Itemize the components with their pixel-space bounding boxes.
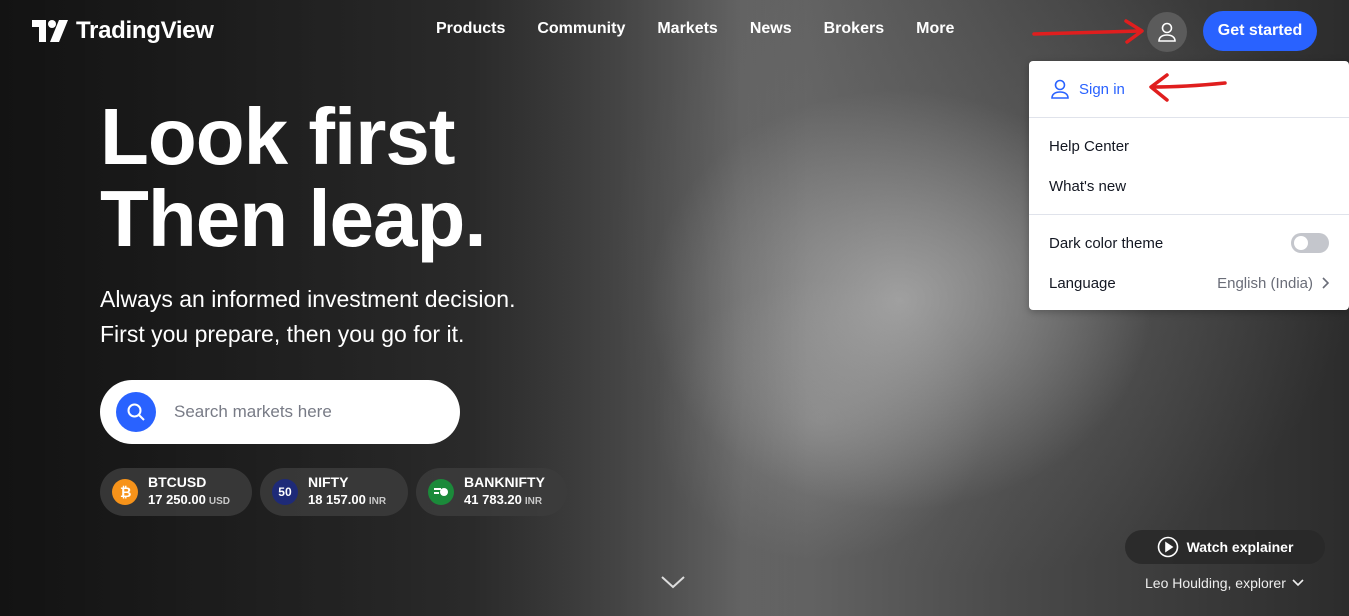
hero-subline: Always an informed investment decision. … — [100, 282, 515, 352]
banknifty-icon — [428, 479, 455, 505]
dark-theme-label: Dark color theme — [1049, 234, 1164, 252]
whats-new-label: What's new — [1049, 177, 1127, 195]
ticker-value: 18 157.00 — [307, 492, 366, 507]
annotation-arrow-to-sign-in — [1149, 73, 1227, 102]
tradingview-logo[interactable]: TradingView — [32, 17, 214, 45]
ticker-currency: INR — [368, 496, 387, 507]
whats-new-item[interactable]: What's new — [1049, 176, 1329, 196]
scroll-down-chevron-icon[interactable] — [660, 574, 686, 595]
tradingview-logo-icon — [32, 20, 68, 42]
ticker-symbol: BANKNIFTY — [464, 474, 545, 490]
ticker-value: 17 250.00 — [148, 492, 206, 507]
main-nav: Products Community Markets News Brokers … — [436, 20, 954, 38]
ticker-symbol: BTCUSD — [148, 474, 207, 490]
help-center-label: Help Center — [1049, 137, 1130, 155]
menu-divider — [1029, 214, 1349, 215]
photo-credit-label: Leo Houlding, explorer — [1145, 575, 1286, 591]
search-input[interactable] — [172, 401, 436, 423]
chevron-right-icon — [1322, 277, 1329, 289]
chevron-down-icon — [1292, 579, 1304, 587]
headline-line-1: Look first — [100, 92, 455, 181]
watch-explainer-label: Watch explainer — [1186, 539, 1294, 555]
nav-more[interactable]: More — [916, 20, 954, 38]
ticker-value: 41 783.20 — [464, 492, 522, 507]
search-icon[interactable] — [116, 392, 156, 432]
menu-divider — [1029, 117, 1349, 118]
svg-text:₿: ₿ — [120, 485, 131, 500]
brand-name: TradingView — [76, 17, 214, 44]
bitcoin-icon: ₿ — [112, 479, 138, 505]
nav-community[interactable]: Community — [537, 20, 625, 38]
play-icon — [1157, 536, 1178, 558]
dark-theme-toggle[interactable] — [1291, 233, 1329, 253]
nav-news[interactable]: News — [750, 20, 792, 38]
nav-products[interactable]: Products — [436, 20, 505, 38]
sign-in-label: Sign in — [1079, 80, 1125, 98]
ticker-currency: INR — [524, 496, 543, 507]
nifty-50-icon: 50 — [271, 479, 298, 505]
language-value: English (India) — [1217, 274, 1313, 292]
nav-markets[interactable]: Markets — [657, 20, 717, 38]
annotation-arrow-to-user-button — [1032, 19, 1144, 44]
language-label: Language — [1049, 274, 1116, 292]
user-icon — [1051, 79, 1069, 99]
get-started-button[interactable]: Get started — [1203, 11, 1317, 51]
user-menu-button[interactable] — [1147, 12, 1187, 52]
dark-theme-item[interactable]: Dark color theme — [1049, 233, 1349, 253]
watch-explainer-button[interactable]: Watch explainer — [1125, 530, 1325, 564]
ticker-list: ₿ BTCUSD 17 250.00 USD 50 NIFTY 18 157.00… — [100, 468, 567, 516]
ticker-currency: USD — [208, 496, 230, 507]
hero-headline: Look first Then leap. — [100, 92, 487, 263]
subline-line-2: First you prepare, then you go for it. — [100, 321, 465, 347]
subline-line-1: Always an informed investment decision. — [100, 286, 516, 312]
ticker-nifty[interactable]: 50 NIFTY 18 157.00 INR — [259, 468, 409, 516]
ticker-symbol: NIFTY — [307, 474, 349, 490]
ticker-banknifty[interactable]: BANKNIFTY 41 783.20 INR — [416, 468, 567, 516]
nav-brokers[interactable]: Brokers — [824, 20, 884, 38]
ticker-btcusd[interactable]: ₿ BTCUSD 17 250.00 USD — [100, 468, 252, 516]
photo-credit[interactable]: Leo Houlding, explorer — [1145, 575, 1304, 591]
user-icon — [1158, 22, 1176, 42]
market-search-box[interactable] — [100, 380, 460, 444]
help-center-item[interactable]: Help Center — [1049, 136, 1329, 156]
language-item[interactable]: Language English (India) — [1049, 273, 1349, 293]
headline-line-2: Then leap. — [100, 174, 487, 263]
